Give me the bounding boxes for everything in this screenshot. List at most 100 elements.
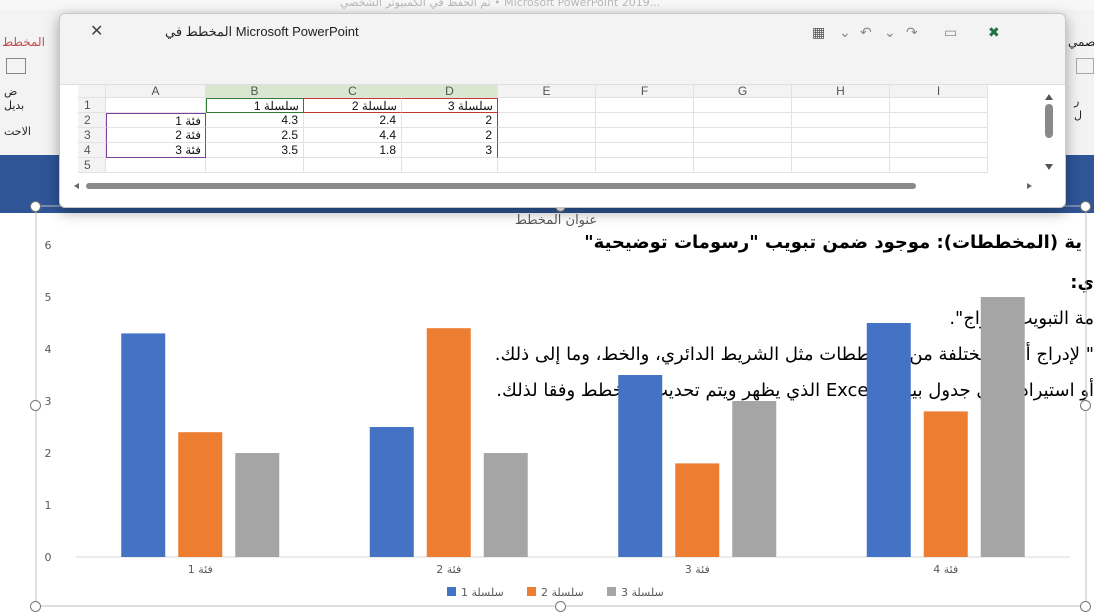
excel-title-bar: ✕ المخطط في Microsoft PowerPoint ▦ ⌄ ↶ ⌄… [60,14,1065,85]
column-header[interactable]: B [206,85,304,98]
resize-handle[interactable] [30,400,41,411]
grid-cell[interactable]: 1.8 [304,143,402,158]
grid-cell[interactable] [498,128,596,143]
resize-handle[interactable] [555,601,566,612]
bar [483,453,528,557]
y-tick-label: 0 [45,551,52,564]
grid-cell[interactable] [596,128,694,143]
edit-data-icon[interactable]: ▦ [812,25,825,41]
grid-cell[interactable] [694,143,792,158]
grid-cell[interactable] [890,98,988,113]
redo-icon[interactable]: ↷ [906,25,918,41]
grid-cell[interactable]: 2.4 [304,113,402,128]
grid-cell[interactable] [596,113,694,128]
grid-cell[interactable] [498,158,596,173]
y-tick-label: 1 [45,499,52,512]
grid-cell[interactable] [498,143,596,158]
close-button[interactable]: ✕ [90,21,103,40]
grid-cell[interactable] [694,158,792,173]
grid-cell[interactable]: سلسلة 3 [402,98,498,113]
excel-data-window[interactable]: ✕ المخطط في Microsoft PowerPoint ▦ ⌄ ↶ ⌄… [59,13,1066,208]
grid-cell[interactable] [792,98,890,113]
grid-cell[interactable]: 2 [402,128,498,143]
column-header[interactable]: F [596,85,694,98]
bar [235,453,280,557]
grid-cell[interactable]: 3.5 [206,143,304,158]
x-tick-label: فئة 2 [436,563,461,576]
chart-title: عنوان المخطط [515,213,597,228]
grid-cell[interactable] [792,158,890,173]
grid-cell[interactable]: فئة 2 [106,128,206,143]
grid-cell[interactable] [106,158,206,173]
excel-icon[interactable]: ✖ [988,25,1000,41]
row-header[interactable]: 4 [78,143,106,158]
grid-cell[interactable] [890,158,988,173]
grid-cell[interactable] [890,143,988,158]
grid-cell[interactable] [890,128,988,143]
row-header[interactable]: 3 [78,128,106,143]
grid-cell[interactable] [694,113,792,128]
bar [675,463,720,557]
row-header[interactable]: 2 [78,113,106,128]
row-header[interactable]: 1 [78,98,106,113]
grid-cell[interactable] [106,98,206,113]
bar [121,333,166,557]
resize-handle[interactable] [1080,400,1091,411]
x-tick-label: فئة 3 [685,563,710,576]
column-header[interactable]: E [498,85,596,98]
select-all-corner[interactable] [78,85,106,98]
grid-cell[interactable]: فئة 1 [106,113,206,128]
grid-cell[interactable] [402,158,498,173]
row-header[interactable]: 5 [78,158,106,173]
grid-cell[interactable] [890,113,988,128]
save-icon[interactable]: ▭ [944,25,957,41]
legend-swatch [527,587,536,596]
legend-swatch [447,587,456,596]
vertical-scrollbar[interactable] [1043,92,1055,172]
legend-label: سلسلة 3 [621,586,664,599]
legend-label: سلسلة 2 [541,586,584,599]
resize-handle[interactable] [30,601,41,612]
resize-handle[interactable] [1080,601,1091,612]
grid-cell[interactable]: 2.5 [206,128,304,143]
x-tick-label: فئة 1 [188,563,213,576]
column-header[interactable]: D [402,85,498,98]
grid-cell[interactable] [498,113,596,128]
bar [178,432,223,557]
grid-cell[interactable]: فئة 3 [106,143,206,158]
horizontal-scrollbar[interactable] [68,179,1038,194]
resize-handle[interactable] [30,201,41,212]
column-header[interactable]: H [792,85,890,98]
column-header[interactable]: G [694,85,792,98]
spreadsheet-grid[interactable]: A B C D E F G H I 1 سلسلة 1 سلسلة 2 سلسلة 3 2 فئة 1 4.3… [78,85,1038,179]
grid-cell[interactable]: 2 [402,113,498,128]
bar [923,411,968,557]
column-header[interactable]: C [304,85,402,98]
grid-cell[interactable]: 4.3 [206,113,304,128]
column-header[interactable]: I [890,85,988,98]
grid-cell[interactable] [498,98,596,113]
resize-handle[interactable] [1080,201,1091,212]
column-header[interactable]: A [106,85,206,98]
undo-icon[interactable]: ↶ [860,25,872,41]
bar [732,401,777,557]
grid-cell[interactable]: سلسلة 1 [206,98,304,113]
grid-cell[interactable] [792,128,890,143]
dropdown-icon[interactable]: ⌄ [839,25,851,41]
grid-cell[interactable]: سلسلة 2 [304,98,402,113]
grid-cell[interactable]: 3 [402,143,498,158]
y-tick-label: 3 [45,395,52,408]
y-tick-label: 5 [45,291,52,304]
grid-cell[interactable]: 4.4 [304,128,402,143]
grid-cell[interactable] [596,98,694,113]
dropdown-icon[interactable]: ⌄ [884,25,896,41]
grid-cell[interactable] [694,98,792,113]
grid-cell[interactable] [792,113,890,128]
grid-cell[interactable] [304,158,402,173]
grid-cell[interactable] [694,128,792,143]
grid-cell[interactable] [596,143,694,158]
x-tick-label: فئة 4 [933,563,958,576]
grid-cell[interactable] [792,143,890,158]
grid-cell[interactable] [596,158,694,173]
grid-cell[interactable] [206,158,304,173]
